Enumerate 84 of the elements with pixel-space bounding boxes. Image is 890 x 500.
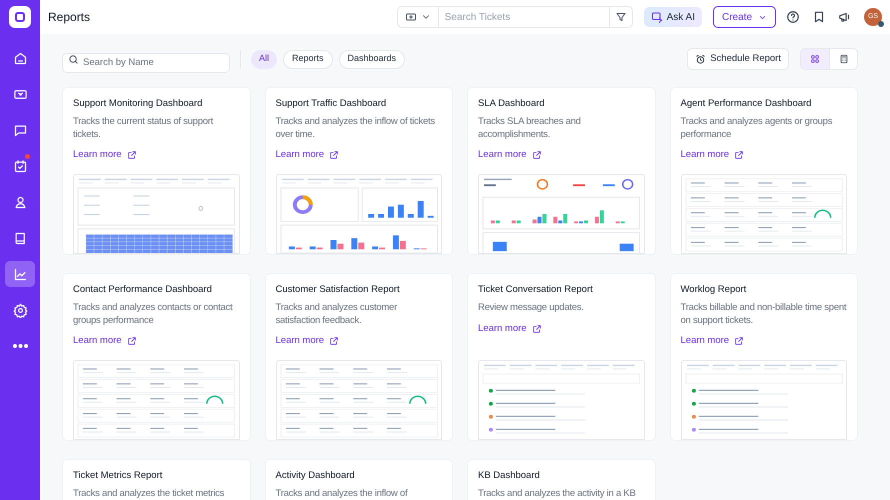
- filter-button[interactable]: [608, 6, 633, 28]
- report-card[interactable]: Contact Performance Dashboard Tracks and analyzes contacts or contact groups performance Learn more: [62, 273, 250, 441]
- card-title: Ticket Metrics Report: [73, 470, 164, 482]
- app-logo[interactable]: [9, 6, 31, 28]
- settings-icon: [12, 302, 28, 318]
- card-title: Agent Performance Dashboard: [680, 98, 812, 110]
- ticket-type-dropdown[interactable]: [396, 6, 439, 28]
- help-icon: [786, 10, 800, 24]
- ticket-search-field[interactable]: Search Tickets: [438, 6, 609, 28]
- card-description: Tracks the current status of support tickets.: [73, 116, 214, 141]
- card-title: Ticket Conversation Report: [478, 284, 594, 296]
- card-title: KB Dashboard: [478, 470, 541, 482]
- line-chart-icon: [12, 266, 28, 282]
- card-description: Tracks and analyzes contacts or contact groups performance: [73, 302, 234, 327]
- more-icon: [12, 344, 28, 348]
- chat-icon: [12, 122, 28, 138]
- external-link-icon: [532, 150, 542, 160]
- card-description: Tracks and analyzes the inflow of: [276, 488, 409, 500]
- schedule-report-button[interactable]: Schedule Report: [687, 48, 789, 70]
- card-title: Support Traffic Dashboard: [276, 98, 388, 110]
- card-description: Tracks billable and non-billable time spent on support tickets.: [680, 302, 847, 327]
- external-link-icon: [329, 336, 340, 346]
- external-link-icon: [734, 150, 744, 160]
- report-card[interactable]: KB Dashboard Tracks and analyzes the activity in a KB: [467, 459, 656, 500]
- card-title: Activity Dashboard: [276, 470, 356, 482]
- calculator-icon: [838, 54, 848, 64]
- external-link-icon: [126, 150, 137, 160]
- book-icon: [12, 230, 28, 246]
- view-toggle[interactable]: [801, 49, 829, 69]
- learn-more-link[interactable]: Learn more: [73, 335, 137, 348]
- filter-chip[interactable]: Dashboards: [338, 50, 406, 68]
- external-link-icon: [329, 150, 340, 160]
- help-button[interactable]: [786, 10, 800, 24]
- filter-icon: [614, 11, 627, 23]
- report-card[interactable]: Support Traffic Dashboard Tracks and analyzes the inflow of tickets over time. Learn more: [264, 87, 453, 255]
- name-search-field[interactable]: Search by Name: [62, 52, 230, 72]
- learn-more-link[interactable]: Learn more: [73, 149, 137, 162]
- filter-chip[interactable]: All: [251, 50, 278, 68]
- bookmark-icon: [812, 10, 826, 24]
- card-description: Tracks SLA breaches and accomplishments.: [478, 116, 582, 141]
- nav-item[interactable]: [5, 261, 35, 287]
- card-description: Tracks and analyzes customer satisfaction feedback.: [276, 302, 398, 327]
- announcements-button[interactable]: [838, 10, 852, 24]
- card-description: Tracks and analyzes the inflow of tickets over time.: [276, 116, 436, 141]
- external-link-icon: [126, 336, 137, 346]
- learn-more-link[interactable]: Learn more: [478, 149, 542, 162]
- ticket-icon: [404, 11, 417, 23]
- learn-more-link[interactable]: Learn more: [680, 335, 744, 348]
- report-card[interactable]: Agent Performance Dashboard Tracks and analyzes agents or groups performance Learn more: [670, 87, 858, 255]
- report-card[interactable]: Worklog Report Tracks billable and non-billable time spent on support tickets. Learn more: [670, 273, 858, 441]
- card-title: SLA Dashboard: [478, 98, 546, 110]
- report-card[interactable]: SLA Dashboard Tracks SLA breaches and accomplishments. Learn more: [467, 87, 656, 255]
- create-button[interactable]: Create: [712, 6, 776, 28]
- card-description: Tracks and analyzes the activity in a KB: [478, 488, 637, 500]
- search-icon: [68, 54, 79, 64]
- grid-icon: [810, 54, 820, 64]
- ask-ai-button[interactable]: Ask AI: [644, 7, 702, 27]
- bookmark-button[interactable]: [812, 10, 826, 24]
- report-card[interactable]: Support Monitoring Dashboard Tracks the current status of support tickets. Learn more: [62, 87, 250, 255]
- filter-chip[interactable]: Reports: [283, 50, 333, 68]
- page-title: Reports: [48, 9, 90, 26]
- external-link-icon: [734, 336, 744, 346]
- card-description: Tracks and analyzes the ticket metrics: [73, 488, 226, 500]
- alarm-clock-icon: [695, 54, 706, 64]
- report-card[interactable]: Customer Satisfaction Report Tracks and analyzes customer satisfaction feedback. Learn more: [264, 273, 453, 441]
- megaphone-icon: [838, 10, 852, 24]
- report-card[interactable]: Ticket Metrics Report Tracks and analyzes the ticket metrics: [62, 459, 250, 500]
- home-icon: [12, 50, 28, 66]
- card-description: Tracks and analyzes agents or groups performance: [680, 116, 834, 141]
- sparkle-chat-icon: [650, 11, 663, 23]
- learn-more-link[interactable]: Learn more: [276, 335, 340, 348]
- learn-more-link[interactable]: Learn more: [680, 149, 744, 162]
- card-description: Review message updates.: [478, 302, 585, 314]
- card-title: Contact Performance Dashboard: [73, 284, 213, 296]
- card-title: Support Monitoring Dashboard: [73, 98, 204, 110]
- report-card[interactable]: Activity Dashboard Tracks and analyzes the inflow of: [264, 459, 453, 500]
- card-title: Customer Satisfaction Report: [276, 284, 401, 296]
- calendar-check-icon: [12, 158, 28, 174]
- card-title: Worklog Report: [680, 284, 748, 296]
- learn-more-link[interactable]: Learn more: [478, 322, 542, 335]
- learn-more-link[interactable]: Learn more: [276, 149, 340, 162]
- person-icon: [12, 194, 28, 210]
- external-link-icon: [532, 324, 542, 334]
- report-card[interactable]: Ticket Conversation Report Review message updates. Learn more: [467, 273, 656, 441]
